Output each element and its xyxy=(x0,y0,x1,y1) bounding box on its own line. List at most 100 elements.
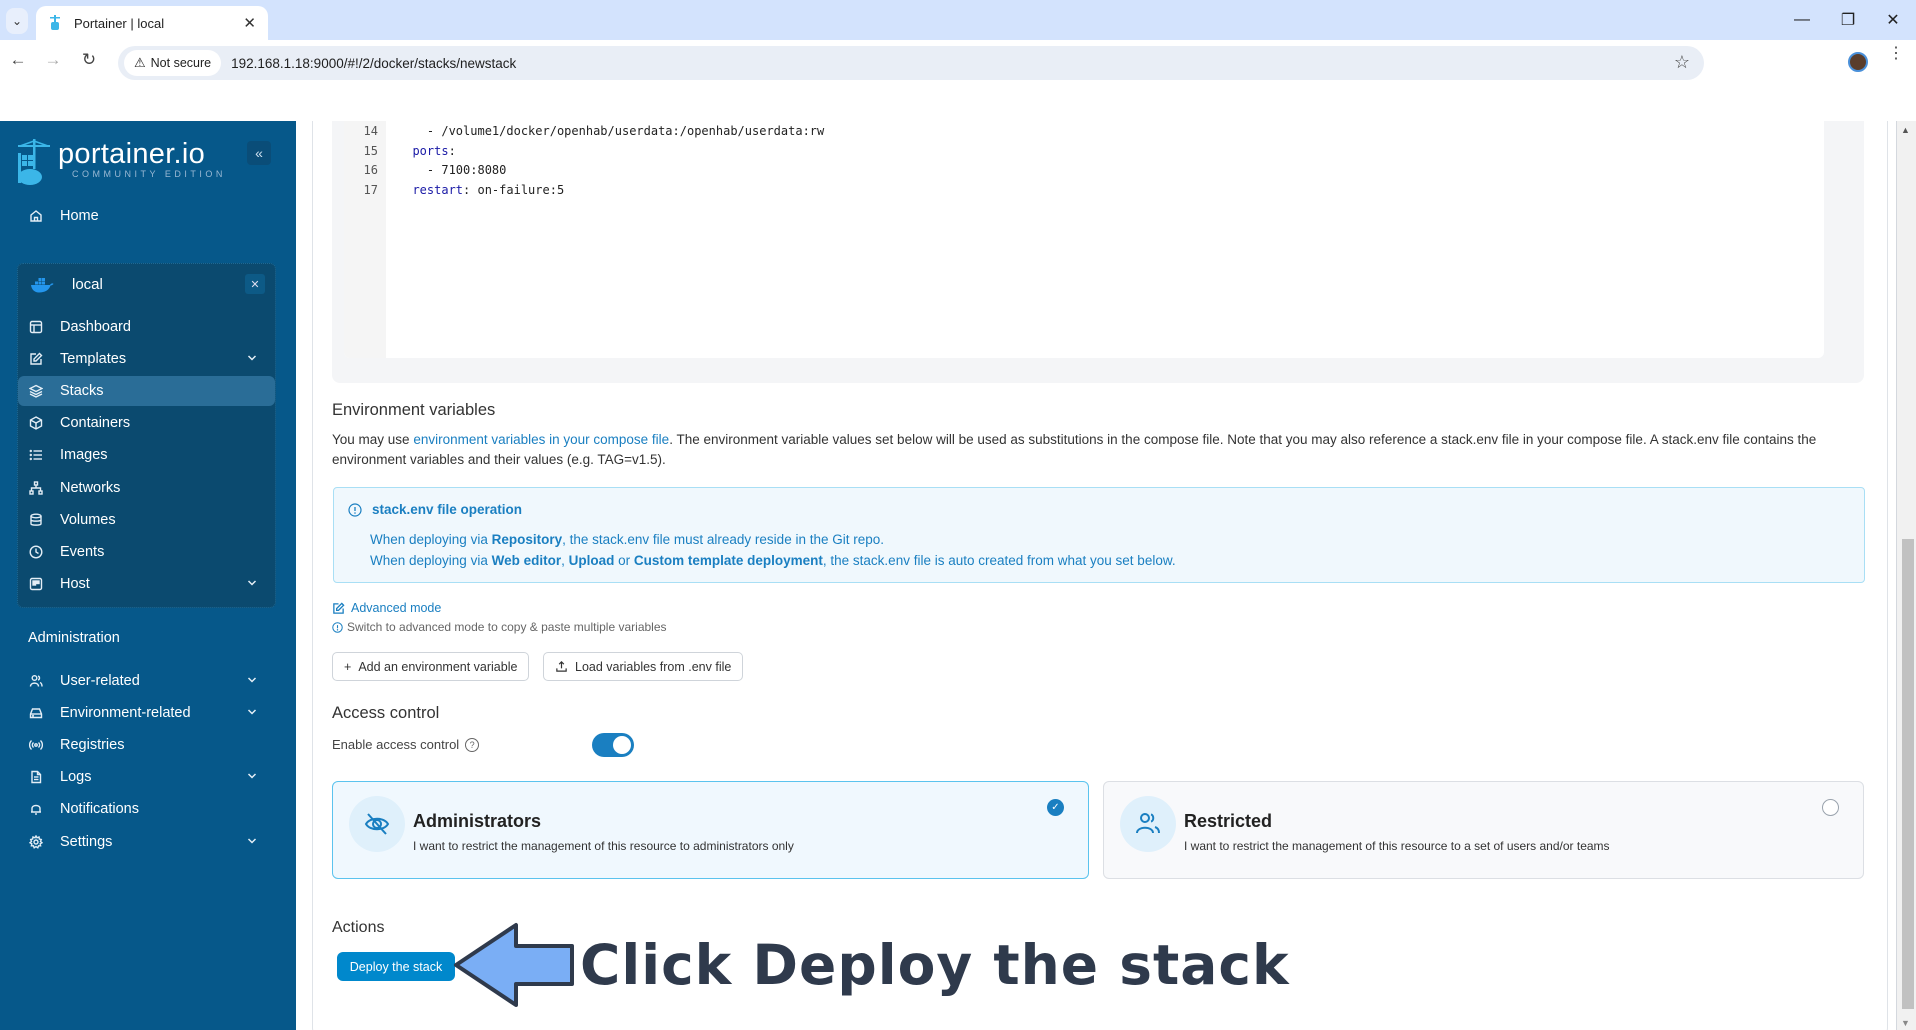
close-icon: ✕ xyxy=(250,278,260,291)
chevron-down-icon[interactable] xyxy=(245,673,259,687)
file-text-icon xyxy=(28,769,44,785)
main-scrollbar[interactable]: ▲ ▼ xyxy=(1896,121,1916,1030)
scrollbar-thumb[interactable] xyxy=(1902,539,1914,1009)
sidebar-item-label: Settings xyxy=(60,833,113,850)
bell-icon xyxy=(28,801,44,817)
sidebar-item-containers[interactable]: Containers xyxy=(18,408,275,438)
enable-access-control-label: Enable access control ? xyxy=(332,735,1832,755)
close-environment-button[interactable]: ✕ xyxy=(245,274,265,294)
info-icon xyxy=(348,502,362,517)
sidebar-item-images[interactable]: Images xyxy=(18,440,275,470)
browser-tab[interactable]: Portainer | local ✕ xyxy=(36,6,268,40)
home-icon xyxy=(28,208,44,224)
address-bar[interactable]: ⚠ Not secure 192.168.1.18:9000/#!/2/dock… xyxy=(118,46,1704,80)
users-icon xyxy=(28,673,44,689)
info-text: , xyxy=(561,553,569,568)
sidebar-item-templates[interactable]: Templates xyxy=(18,344,275,374)
line-number: 17 xyxy=(363,182,378,197)
access-option-administrators[interactable]: Administrators I want to restrict the ma… xyxy=(332,781,1089,879)
sidebar-item-label: Templates xyxy=(60,351,127,368)
option-title: Administrators xyxy=(413,811,542,831)
sidebar-item-volumes[interactable]: Volumes xyxy=(18,505,275,535)
option-description: I want to restrict the management of thi… xyxy=(1184,839,1610,853)
env-vars-docs-link[interactable]: environment variables in your compose fi… xyxy=(413,432,669,447)
minimize-icon[interactable]: — xyxy=(1782,8,1822,32)
advanced-mode-label: Advanced mode xyxy=(351,601,442,615)
sidebar-item-notifications[interactable]: Notifications xyxy=(18,794,275,824)
chevron-down-icon[interactable] xyxy=(245,351,259,365)
sidebar-item-settings[interactable]: Settings xyxy=(18,827,275,857)
restore-icon[interactable]: ❐ xyxy=(1828,8,1868,32)
advanced-mode-link[interactable]: Advanced mode xyxy=(332,601,441,615)
browser-tab-bar: ⌄ Portainer | local ✕ — ❐ ✕ xyxy=(0,0,1916,40)
chevron-down-icon: ⌄ xyxy=(11,14,23,28)
profile-avatar[interactable] xyxy=(1848,52,1868,72)
chevron-down-icon[interactable] xyxy=(245,705,259,719)
bookmark-star-icon[interactable]: ☆ xyxy=(1674,52,1690,73)
code-line: 15 ports: xyxy=(344,142,456,161)
portainer-logo[interactable]: portainer.io COMMUNITY EDITION xyxy=(16,139,226,187)
security-chip[interactable]: ⚠ Not secure xyxy=(124,50,222,76)
actions-title: Actions xyxy=(332,919,385,936)
line-number: 15 xyxy=(363,143,378,158)
sidebar-item-user-related[interactable]: User-related xyxy=(18,666,275,696)
scroll-down-icon[interactable]: ▼ xyxy=(1901,1018,1910,1028)
sidebar-item-label: Stacks xyxy=(60,383,104,400)
sidebar-item-events[interactable]: Events xyxy=(18,537,275,567)
code-text: - 7100:8080 xyxy=(398,163,507,177)
option-title: Restricted xyxy=(1184,811,1273,831)
access-control-title: Access control xyxy=(332,704,440,722)
selected-check-icon: ✓ xyxy=(1047,799,1064,816)
window-close-icon[interactable]: ✕ xyxy=(1873,8,1913,32)
tab-title: Portainer | local xyxy=(74,15,165,31)
sidebar-item-label: Volumes xyxy=(60,511,116,528)
collapse-sidebar-button[interactable]: « xyxy=(247,141,271,165)
web-editor[interactable]: 14 - /volume1/docker/openhab/userdata:/o… xyxy=(344,121,1824,358)
sidebar-item-registries[interactable]: Registries xyxy=(18,730,275,760)
url-text[interactable]: 192.168.1.18:9000/#!/2/docker/stacks/new… xyxy=(231,56,516,71)
scroll-up-icon[interactable]: ▲ xyxy=(1901,125,1910,135)
sidebar-item-home[interactable]: Home xyxy=(18,201,275,231)
forward-icon[interactable]: → xyxy=(41,48,65,72)
chevron-down-icon[interactable] xyxy=(245,576,259,590)
back-icon[interactable]: ← xyxy=(6,48,30,72)
tab-search-button[interactable]: ⌄ xyxy=(6,8,28,34)
info-text: When deploying via xyxy=(370,553,492,568)
yaml-value: : on-failure:5 xyxy=(463,182,565,197)
sidebar-item-label: Images xyxy=(60,447,108,464)
sidebar-item-stacks[interactable]: Stacks xyxy=(18,376,275,407)
access-control-toggle[interactable] xyxy=(592,733,634,757)
users-icon xyxy=(1120,796,1176,852)
sidebar-item-host[interactable]: Host xyxy=(18,569,275,599)
sidebar-item-label: Environment-related xyxy=(60,705,191,722)
button-label: Load variables from .env file xyxy=(575,659,732,674)
network-icon xyxy=(28,480,44,496)
help-icon[interactable]: ? xyxy=(465,738,480,752)
chevron-down-icon[interactable] xyxy=(245,769,259,783)
list-icon xyxy=(28,447,44,463)
browser-menu-icon[interactable]: ⋮ xyxy=(1888,46,1904,62)
info-title-text: stack.env file operation xyxy=(372,502,523,517)
clock-icon xyxy=(28,544,44,560)
brand-name: portainer.io xyxy=(58,138,206,170)
env-vars-description: You may use environment variables in you… xyxy=(332,430,1832,470)
info-title: stack.env file operation xyxy=(348,502,522,517)
add-env-variable-button[interactable]: + Add an environment variable xyxy=(332,652,530,681)
edit-icon xyxy=(28,351,44,367)
chevron-down-icon[interactable] xyxy=(245,834,259,848)
reload-icon[interactable]: ↻ xyxy=(77,48,101,72)
sidebar-item-logs[interactable]: Logs xyxy=(18,762,275,792)
sidebar-item-environment-related[interactable]: Environment-related xyxy=(18,698,275,728)
portainer-crane-icon xyxy=(18,139,50,185)
tab-close-icon[interactable]: ✕ xyxy=(243,14,256,32)
sidebar-item-networks[interactable]: Networks xyxy=(18,473,275,503)
info-icon xyxy=(332,621,343,633)
annotation-arrow-icon xyxy=(454,923,574,1007)
line-number: 16 xyxy=(363,163,378,177)
deploy-stack-button[interactable]: Deploy the stack xyxy=(337,952,455,981)
load-env-file-button[interactable]: Load variables from .env file xyxy=(543,652,744,681)
administration-heading: Administration xyxy=(28,630,120,646)
sidebar: portainer.io COMMUNITY EDITION « Home lo… xyxy=(0,121,296,1030)
sidebar-item-dashboard[interactable]: Dashboard xyxy=(18,312,275,342)
access-option-restricted[interactable]: Restricted I want to restrict the manage… xyxy=(1103,781,1864,879)
